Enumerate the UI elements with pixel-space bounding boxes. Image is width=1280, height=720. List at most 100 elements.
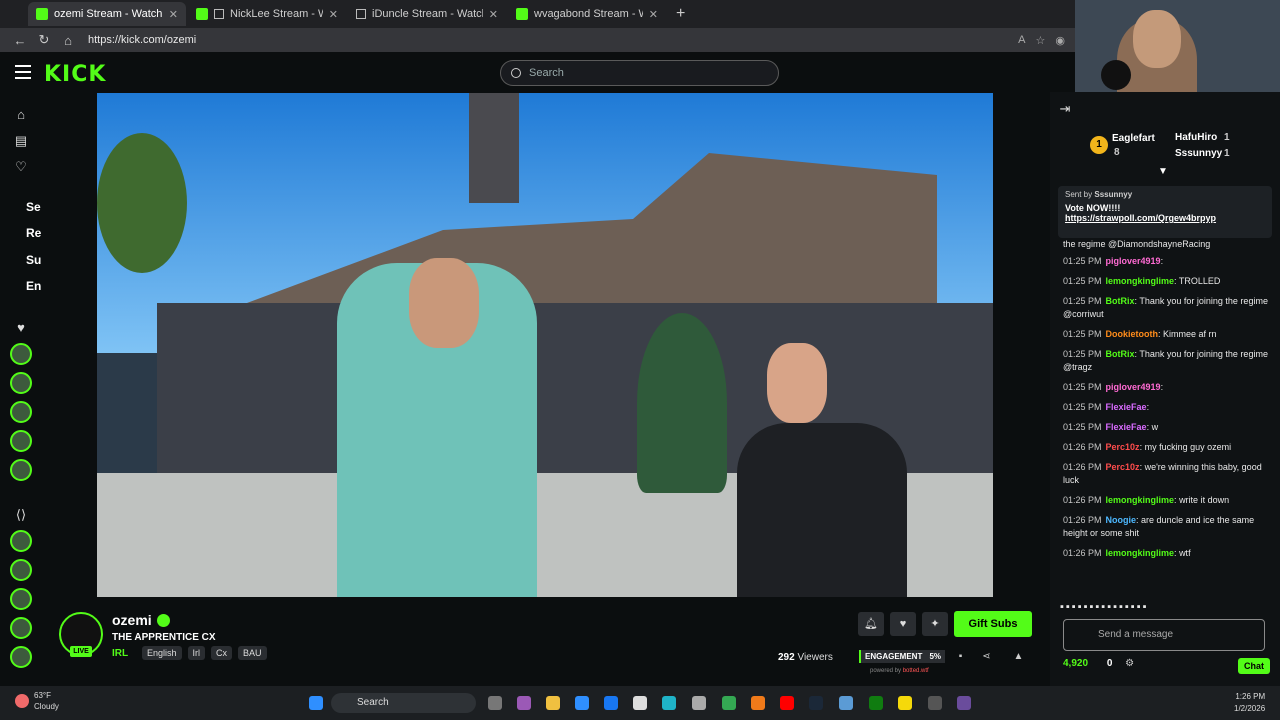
- channel-avatar[interactable]: [10, 401, 32, 423]
- chat-username[interactable]: piglover4919: [1106, 382, 1161, 392]
- channel-avatar[interactable]: [10, 646, 32, 668]
- channel-points[interactable]: 4,920: [1063, 658, 1088, 669]
- facebook-icon[interactable]: [604, 696, 618, 710]
- file-explorer-icon[interactable]: [546, 696, 560, 710]
- stream-tag[interactable]: English: [142, 646, 182, 660]
- weather-widget[interactable]: 63°F Cloudy: [34, 690, 59, 712]
- chat-username[interactable]: BotRix: [1106, 296, 1135, 306]
- sidebar-section-label[interactable]: En: [26, 279, 41, 293]
- chat-input[interactable]: Send a message: [1063, 619, 1265, 651]
- tab-close-icon[interactable]: ✕: [489, 8, 498, 21]
- back-icon[interactable]: ←: [8, 33, 32, 48]
- browser-tab[interactable]: iDuncle Stream - Watch Live o ✕: [348, 2, 506, 26]
- chat-username[interactable]: Noogie: [1106, 515, 1137, 525]
- kick-logo[interactable]: KICK: [44, 62, 106, 87]
- read-aloud-icon[interactable]: A: [1018, 34, 1025, 47]
- chat-username[interactable]: Dookietooth: [1106, 329, 1159, 339]
- system-clock[interactable]: 1:26 PM 1/2/2026: [1234, 691, 1265, 715]
- mute-icon[interactable]: [214, 9, 224, 19]
- stream-tag[interactable]: Irl: [187, 646, 206, 660]
- expand-leaderboard-icon[interactable]: ▼: [1158, 166, 1168, 177]
- home-icon[interactable]: ⌂: [56, 33, 80, 48]
- chat-username[interactable]: Perc10z: [1106, 462, 1140, 472]
- leaderboard-name[interactable]: Sssunnyy: [1175, 148, 1222, 159]
- mute-icon[interactable]: [356, 9, 366, 19]
- sidebar-section-label[interactable]: Su: [26, 253, 41, 267]
- favorite-star-icon[interactable]: ☆: [1036, 34, 1046, 47]
- task-view-icon[interactable]: [488, 696, 502, 710]
- app-icon[interactable]: [839, 696, 853, 710]
- chat-username[interactable]: BotRix: [1106, 349, 1135, 359]
- steam-icon[interactable]: [809, 696, 823, 710]
- pinned-link[interactable]: https://strawpoll.com/Qrgew4brpyp: [1065, 213, 1265, 223]
- share-icon[interactable]: ⋖: [980, 650, 993, 663]
- notification-bell-button[interactable]: 🔔︎: [858, 612, 884, 636]
- gift-subs-button[interactable]: Gift Subs: [954, 611, 1032, 637]
- stream-tag[interactable]: BAU: [238, 646, 267, 660]
- chat-username[interactable]: FlexieFae: [1106, 422, 1147, 432]
- home-icon[interactable]: ⌂: [14, 108, 28, 122]
- channel-avatar[interactable]: [10, 559, 32, 581]
- youtube-icon[interactable]: [780, 696, 794, 710]
- browser-tab[interactable]: NickLee Stream - Watch Live ✕: [188, 2, 346, 26]
- tab-close-icon[interactable]: ✕: [329, 8, 338, 21]
- leaderboard-name[interactable]: Eaglefart: [1112, 133, 1155, 144]
- report-icon[interactable]: ▲: [1012, 650, 1025, 663]
- browser-tab[interactable]: wvagabond Stream - Watch L ✕: [508, 2, 666, 26]
- chrome-icon[interactable]: [722, 696, 736, 710]
- browse-icon[interactable]: ▤: [14, 134, 28, 148]
- chat-username[interactable]: Perc10z: [1106, 442, 1140, 452]
- subs-count[interactable]: 0: [1107, 658, 1113, 669]
- sticky-notes-icon[interactable]: [898, 696, 912, 710]
- chat-send-button[interactable]: Chat: [1238, 658, 1270, 674]
- channel-avatar[interactable]: [10, 588, 32, 610]
- sidebar-section-label[interactable]: Se: [26, 200, 41, 214]
- reload-icon[interactable]: ↻: [32, 32, 56, 48]
- channel-avatar[interactable]: [10, 372, 32, 394]
- chat-username[interactable]: lemongkinglime: [1106, 548, 1175, 558]
- pinned-sender-name[interactable]: Sssunnyy: [1094, 190, 1132, 199]
- tab-close-icon[interactable]: ✕: [649, 8, 658, 21]
- stream-tag[interactable]: Cx: [211, 646, 233, 660]
- calculator-icon[interactable]: [692, 696, 706, 710]
- xbox-icon[interactable]: [869, 696, 883, 710]
- live-badge: LIVE: [70, 646, 92, 657]
- start-icon[interactable]: [309, 696, 323, 710]
- amazon-icon[interactable]: [633, 696, 647, 710]
- powered-by-name[interactable]: botted.wtf: [903, 668, 929, 674]
- extension-icon[interactable]: ◉: [1055, 34, 1065, 47]
- obs-icon[interactable]: [928, 696, 942, 710]
- menu-icon[interactable]: [15, 65, 31, 79]
- search-input[interactable]: Search: [500, 60, 779, 86]
- stats-icon[interactable]: ▪: [954, 650, 967, 663]
- follow-heart-button[interactable]: ♥: [890, 612, 916, 636]
- edge-icon[interactable]: [662, 696, 676, 710]
- channel-avatar[interactable]: [10, 617, 32, 639]
- chat-username[interactable]: FlexieFae: [1106, 402, 1147, 412]
- sidebar-section-label[interactable]: Re: [26, 226, 41, 240]
- chat-username[interactable]: piglover4919: [1106, 256, 1161, 266]
- streamer-name[interactable]: ozemi: [112, 612, 152, 628]
- browser-tab[interactable]: ozemi Stream - Watch Live o ✕: [28, 2, 186, 26]
- vlc-icon[interactable]: [751, 696, 765, 710]
- store-icon[interactable]: [575, 696, 589, 710]
- video-player[interactable]: [97, 93, 993, 597]
- stream-category[interactable]: IRL: [112, 648, 128, 659]
- clip-button[interactable]: ✦: [922, 612, 948, 636]
- new-tab-icon[interactable]: +: [676, 5, 685, 23]
- app-icon[interactable]: [957, 696, 971, 710]
- copilot-icon[interactable]: [517, 696, 531, 710]
- chat-username[interactable]: lemongkinglime: [1106, 495, 1175, 505]
- channel-avatar[interactable]: [10, 459, 32, 481]
- channel-avatar[interactable]: [10, 530, 32, 552]
- tab-close-icon[interactable]: ✕: [169, 8, 178, 21]
- url-field[interactable]: https://kick.com/ozemi: [88, 34, 1018, 46]
- taskbar-search[interactable]: Search: [331, 693, 476, 713]
- emote-bar[interactable]: ▪▪▪▪▪▪▪▪▪▪▪▪▪▪▪: [1060, 601, 1149, 613]
- heart-icon[interactable]: ♡: [14, 160, 28, 174]
- chat-username[interactable]: lemongkinglime: [1106, 276, 1175, 286]
- settings-gear-icon[interactable]: ⚙: [1125, 658, 1134, 669]
- leaderboard-name[interactable]: HafuHiro: [1175, 132, 1217, 143]
- channel-avatar[interactable]: [10, 343, 32, 365]
- channel-avatar[interactable]: [10, 430, 32, 452]
